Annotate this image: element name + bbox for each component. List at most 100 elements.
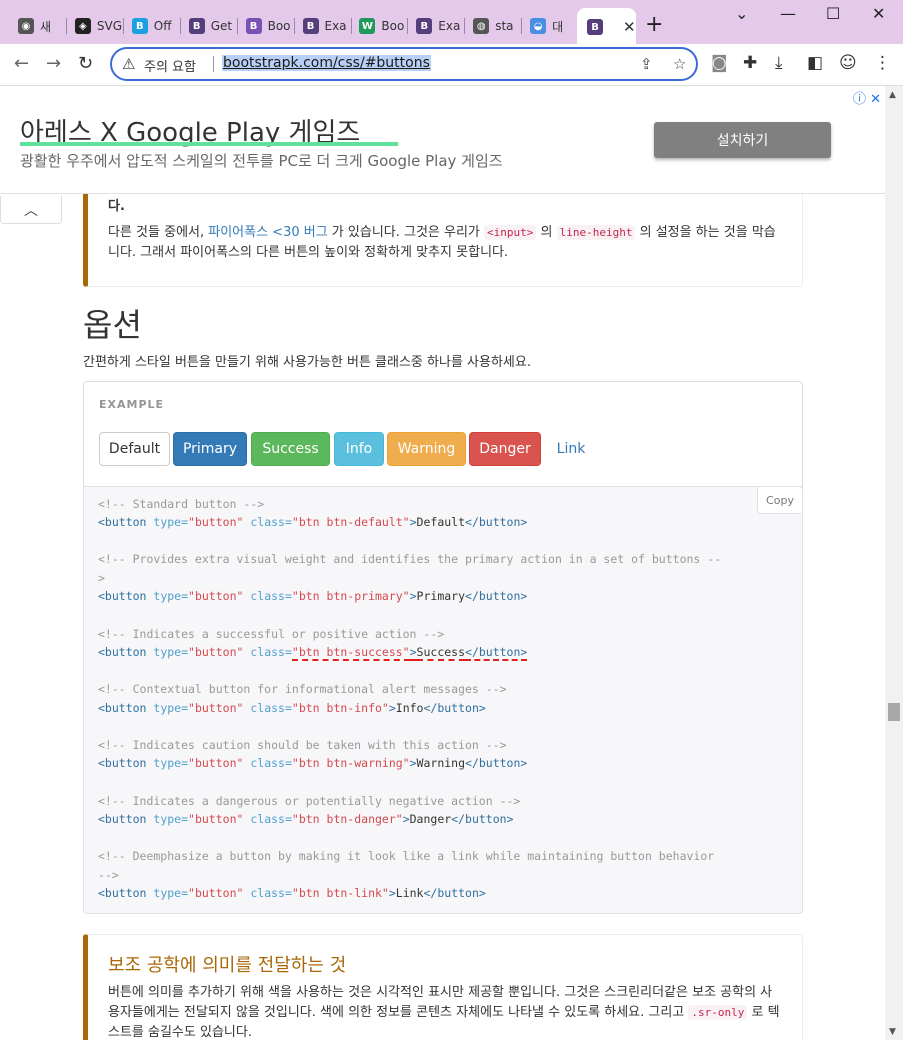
default-button[interactable]: Default — [99, 432, 170, 466]
close-window-button[interactable]: ✕ — [872, 4, 885, 23]
code-attr: type= — [153, 645, 189, 659]
code-text: Warning — [416, 756, 466, 770]
share-icon[interactable]: ⇪ — [640, 55, 653, 73]
code-text: Link — [395, 886, 424, 900]
code-tag: </button> — [465, 515, 528, 529]
code-comment: --> — [98, 868, 119, 882]
browser-tab[interactable]: B Exa — [406, 8, 466, 44]
camera-icon[interactable]: ◙ — [711, 53, 728, 73]
tab-search-icon[interactable]: ⌄ — [735, 4, 748, 23]
code-tag: <button — [98, 756, 147, 770]
security-label[interactable]: 주의 요함 — [144, 56, 196, 75]
browser-tab[interactable]: ◍ sta — [463, 8, 523, 44]
download-icon[interactable]: ⤓ — [775, 53, 783, 73]
code-attr: type= — [153, 701, 189, 715]
code-tag: > — [388, 701, 396, 715]
tab-favicon-icon: ◍ — [473, 18, 490, 34]
code-line-height: line-height — [556, 225, 636, 240]
browser-tab[interactable]: B Get — [179, 8, 238, 44]
code-text: Success — [416, 645, 466, 661]
warning-button[interactable]: Warning — [387, 432, 466, 466]
code-string: "btn btn-link" — [291, 886, 389, 900]
reload-icon[interactable]: ↻ — [78, 53, 93, 74]
code-comment: <!-- Provides extra visual weight and id… — [98, 552, 722, 566]
code-comment: <!-- Indicates a successful or positive … — [98, 627, 445, 641]
code-attr: type= — [153, 515, 189, 529]
code-attr: class= — [250, 812, 292, 826]
new-tab-button[interactable]: + — [645, 12, 663, 37]
code-comment: <!-- Indicates a dangerous or potentiall… — [98, 794, 521, 808]
page-scrollbar[interactable]: ▲ ▼ — [885, 86, 903, 1040]
code-line: <button type="button" class="btn btn-inf… — [98, 701, 486, 715]
ad-subtitle[interactable]: 광활한 우주에서 압도적 스케일의 전투를 PC로 더 크게 Google Pl… — [20, 150, 503, 171]
bookmark-star-icon[interactable]: ☆ — [673, 55, 686, 73]
scroll-up-icon[interactable]: ▲ — [889, 90, 896, 100]
code-attr: class= — [250, 645, 292, 659]
code-attr: class= — [250, 515, 292, 529]
profile-icon[interactable]: ☺ — [839, 53, 857, 73]
code-string: "button" — [188, 756, 244, 770]
browser-tab[interactable]: B Exa — [293, 8, 352, 44]
copy-button[interactable]: Copy — [757, 486, 803, 514]
browser-tab[interactable]: ◒ 대 — [520, 8, 580, 44]
callout-firefox: 다. 다른 것들 중에서, 파이어폭스 <30 버그 가 있습니다. 그것은 우… — [83, 194, 803, 287]
example-box: EXAMPLE Default Primary Success Info War… — [83, 381, 803, 487]
extensions-icon[interactable]: ✚ — [743, 53, 757, 73]
info-button[interactable]: Info — [334, 432, 384, 466]
code-attr: class= — [250, 701, 292, 715]
install-button[interactable]: 설치하기 — [654, 122, 831, 158]
tab-favicon-icon: W — [359, 18, 376, 34]
tab-active[interactable]: B ✕ — [577, 8, 636, 46]
address-bar[interactable]: ⚠ 주의 요함 bootstrapk.com/css/#buttons ⇪ ☆ — [110, 47, 698, 81]
code-comment: <!-- Indicates caution should be taken w… — [98, 738, 507, 752]
browser-tab[interactable]: W Boo — [349, 8, 409, 44]
warning-icon[interactable]: ⚠ — [122, 55, 135, 73]
code-comment: > — [98, 571, 105, 585]
browser-tab[interactable]: B Off — [122, 8, 181, 44]
success-button[interactable]: Success — [251, 432, 330, 466]
ad-banner[interactable]: 아레스 X Google Play 게임즈 광활한 우주에서 압도적 스케일의 … — [0, 86, 885, 194]
code-attr: type= — [153, 886, 189, 900]
callout-accessibility: 보조 공학에 의미를 전달하는 것 버튼에 의미를 추가하기 위해 색을 사용하… — [83, 934, 803, 1040]
maximize-button[interactable]: ☐ — [826, 4, 840, 23]
callout-title: 보조 공학에 의미를 전달하는 것 — [108, 955, 347, 976]
code-line: <button type="button" class="btn btn-pri… — [98, 589, 527, 603]
minimize-button[interactable]: — — [780, 4, 796, 23]
code-line: <button type="button" class="btn btn-war… — [98, 756, 527, 770]
code-tag: <button — [98, 812, 147, 826]
code-comment: <!-- Contextual button for informational… — [98, 682, 507, 696]
browser-tab[interactable]: B Boo — [236, 8, 295, 44]
danger-button[interactable]: Danger — [469, 432, 541, 466]
tab-label: Exa — [438, 19, 461, 33]
primary-button[interactable]: Primary — [173, 432, 247, 466]
scroll-down-icon[interactable]: ▼ — [889, 1027, 896, 1037]
menu-icon[interactable]: ⋮ — [874, 53, 891, 73]
tab-label: Boo — [267, 19, 291, 33]
scrollbar-thumb[interactable] — [888, 703, 900, 721]
tab-favicon-icon: B — [302, 18, 319, 34]
code-tag: <button — [98, 645, 147, 659]
code-tag: > — [409, 589, 417, 603]
forward-icon[interactable]: → — [46, 53, 61, 74]
collapse-ad-button[interactable]: ︿ — [0, 196, 62, 224]
ad-info-icon[interactable]: ⓘ ✕ — [853, 88, 881, 107]
code-tag: > — [409, 515, 417, 529]
code-attr: type= — [153, 589, 189, 603]
browser-tab[interactable]: ◉ 새 — [8, 8, 67, 44]
browser-tab[interactable]: ◈ SVG — [65, 8, 124, 44]
tab-label: SVG — [96, 19, 123, 33]
back-icon[interactable]: ← — [14, 53, 29, 74]
url-text[interactable]: bootstrapk.com/css/#buttons — [222, 55, 431, 71]
firefox-bug-link[interactable]: 파이어폭스 <30 버그 — [208, 225, 327, 240]
link-button[interactable]: Link — [547, 432, 595, 466]
tab-favicon-icon: B — [188, 18, 205, 34]
code-string: "btn btn-primary" — [291, 589, 410, 603]
code-tag: > — [402, 812, 410, 826]
code-tag: > — [409, 645, 417, 661]
code-tag: <button — [98, 701, 147, 715]
sidepanel-icon[interactable]: ◧ — [807, 53, 823, 73]
example-label: EXAMPLE — [99, 398, 165, 411]
close-tab-icon[interactable]: ✕ — [623, 18, 636, 36]
code-string: "button" — [188, 701, 244, 715]
callout-text: 다른 것들 중에서, 파이어폭스 <30 버그 가 있습니다. 그것은 우리가 … — [108, 223, 782, 263]
